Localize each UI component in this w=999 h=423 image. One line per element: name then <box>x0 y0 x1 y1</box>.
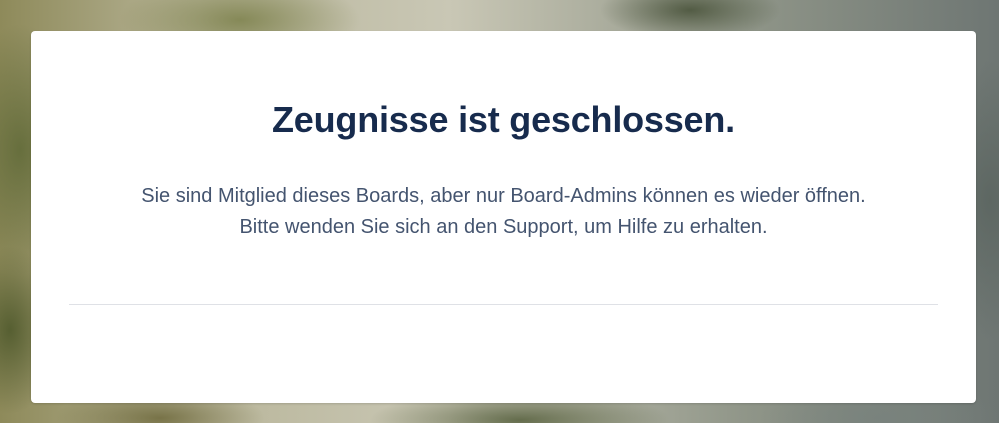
page-background: { "dialog": { "title": "Zeugnisse ist ge… <box>0 0 999 423</box>
board-closed-message: Sie sind Mitglied dieses Boards, aber nu… <box>31 181 976 243</box>
board-closed-title: Zeugnisse ist geschlossen. <box>272 99 735 140</box>
divider <box>69 304 938 305</box>
message-line-1: Sie sind Mitglied dieses Boards, aber nu… <box>141 185 866 207</box>
message-line-2: Bitte wenden Sie sich an den Support, um… <box>239 216 768 238</box>
board-closed-card: Zeugnisse ist geschlossen. Sie sind Mitg… <box>31 31 976 403</box>
